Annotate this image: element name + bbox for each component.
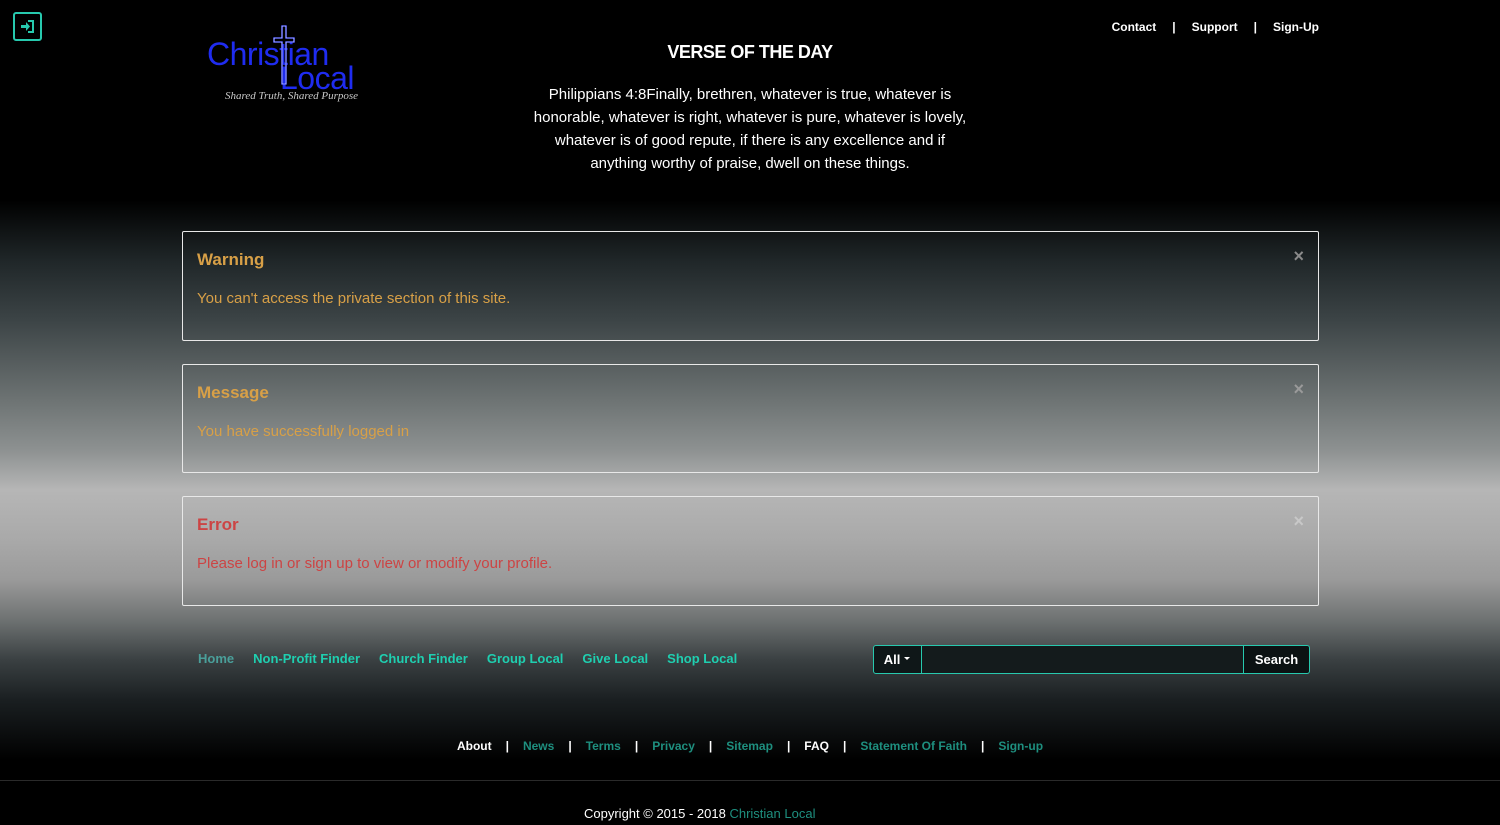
alert-title: Message bbox=[197, 383, 269, 402]
search-bar: All Search bbox=[873, 645, 1310, 674]
footer-signup-link[interactable]: Sign-up bbox=[998, 739, 1043, 753]
alert-text: You have successfully logged in bbox=[197, 423, 410, 440]
footer-divider bbox=[0, 780, 1500, 781]
site-logo[interactable]: Christian Local Shared Truth, Shared Pur… bbox=[205, 22, 375, 107]
nav-give-local[interactable]: Give Local bbox=[582, 651, 648, 666]
message-alert: Message You have successfully logged in … bbox=[182, 364, 1319, 473]
footer-statement-of-faith-link[interactable]: Statement Of Faith bbox=[860, 739, 967, 753]
alert-title: Error bbox=[197, 515, 239, 534]
login-button[interactable] bbox=[13, 12, 42, 41]
copyright-text: Copyright © 2015 - 2018 bbox=[584, 806, 726, 821]
footer-terms-link[interactable]: Terms bbox=[586, 739, 621, 753]
support-link[interactable]: Support bbox=[1192, 20, 1238, 34]
verse-text: Philippians 4:8Finally, brethren, whatev… bbox=[533, 86, 967, 172]
separator: | bbox=[786, 739, 791, 753]
separator: | bbox=[634, 739, 639, 753]
close-icon[interactable]: × bbox=[1293, 379, 1304, 400]
footer-privacy-link[interactable]: Privacy bbox=[652, 739, 695, 753]
separator: | bbox=[568, 739, 572, 753]
separator: | bbox=[1172, 20, 1176, 34]
separator: | bbox=[505, 739, 509, 753]
nav-church-finder[interactable]: Church Finder bbox=[379, 651, 468, 666]
copyright-brand-link[interactable]: Christian Local bbox=[729, 806, 815, 821]
footer-about-link[interactable]: About bbox=[457, 739, 492, 753]
warning-alert: Warning You can't access the private sec… bbox=[182, 231, 1319, 341]
nav-non-profit-finder[interactable]: Non-Profit Finder bbox=[253, 651, 360, 666]
separator: | bbox=[842, 739, 847, 753]
separator: | bbox=[708, 739, 713, 753]
alert-text: Please log in or sign up to view or modi… bbox=[197, 555, 553, 572]
separator: | bbox=[981, 739, 985, 753]
separator: | bbox=[1253, 20, 1257, 34]
copyright: Copyright © 2015 - 2018 Christian Local bbox=[584, 806, 815, 821]
nav-group-local[interactable]: Group Local bbox=[487, 651, 564, 666]
nav-shop-local[interactable]: Shop Local bbox=[667, 651, 737, 666]
search-scope-dropdown[interactable]: All bbox=[873, 645, 922, 674]
sign-in-icon bbox=[21, 20, 34, 33]
logo-tagline: Shared Truth, Shared Purpose bbox=[225, 90, 359, 102]
nav-home[interactable]: Home bbox=[198, 651, 234, 666]
footer-links: About | News | Terms | Privacy | Sitemap… bbox=[0, 739, 1500, 753]
footer-sitemap-link[interactable]: Sitemap bbox=[726, 739, 773, 753]
alert-title: Warning bbox=[197, 250, 265, 269]
footer-news-link[interactable]: News bbox=[523, 739, 554, 753]
caret-down-icon bbox=[904, 657, 911, 660]
search-input[interactable] bbox=[922, 645, 1244, 674]
search-button[interactable]: Search bbox=[1244, 645, 1310, 674]
error-alert: Error Please log in or sign up to view o… bbox=[182, 496, 1319, 606]
contact-link[interactable]: Contact bbox=[1112, 20, 1157, 34]
search-scope-value: All bbox=[883, 652, 901, 667]
signup-link[interactable]: Sign-Up bbox=[1273, 20, 1319, 34]
verse-title: VERSE OF THE DAY bbox=[667, 42, 833, 62]
alert-text: You can't access the private section of … bbox=[197, 290, 511, 307]
close-icon[interactable]: × bbox=[1293, 246, 1304, 267]
main-nav: Home Non-Profit Finder Church Finder Gro… bbox=[198, 651, 737, 666]
top-links: Contact | Support | Sign-Up bbox=[1112, 20, 1319, 34]
close-icon[interactable]: × bbox=[1293, 511, 1304, 532]
footer-faq-link[interactable]: FAQ bbox=[804, 739, 829, 753]
